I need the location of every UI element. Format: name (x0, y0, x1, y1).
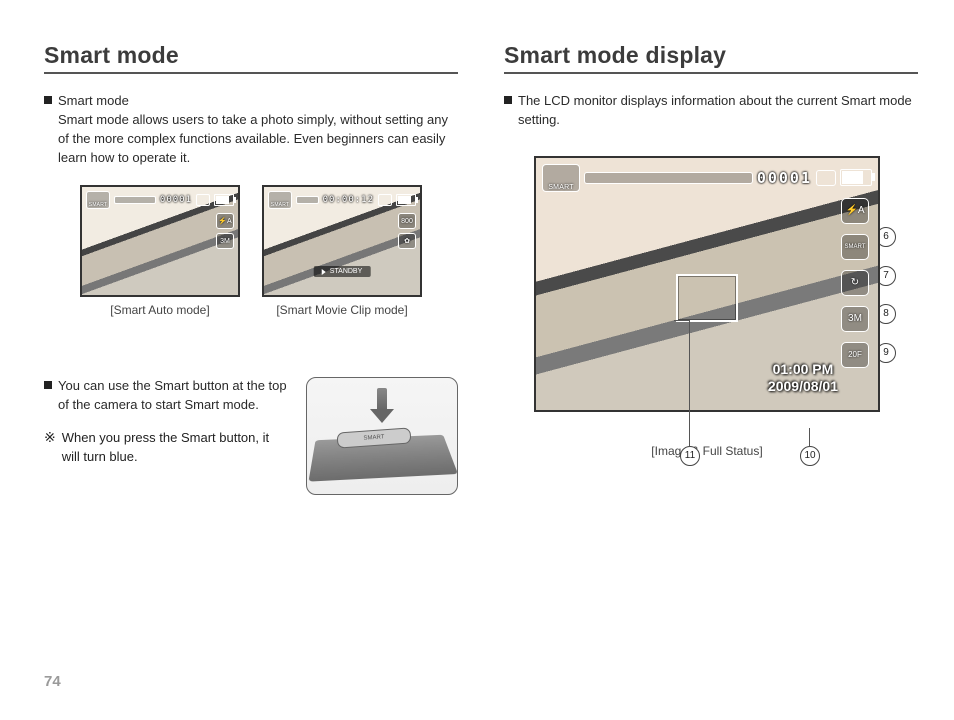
bullet-icon (44, 96, 52, 104)
thumb-smart-auto: SMART 00001 ⚡A 3M (80, 185, 240, 297)
heading-smart-mode: Smart mode (44, 42, 458, 74)
section-body: You can use the Smart button at the top … (58, 377, 288, 415)
lcd-screenshot: SMART 00001 ⚡A SMART ↻ 3M 20F 01:00 PM 2… (534, 156, 880, 412)
frame-counter: 00001 (160, 195, 192, 205)
battery-icon (214, 194, 234, 206)
callout-10: 10 (800, 446, 820, 466)
smart-icon: SMART (86, 191, 110, 209)
reference-mark-icon: ※ (44, 429, 56, 467)
arrow-down-icon (370, 388, 394, 423)
flash-auto-icon: ⚡A (841, 198, 869, 224)
figure-smart-auto: SMART 00001 ⚡A 3M [Smart Auto mode] (80, 185, 240, 317)
time-counter: 00:00:12 (323, 195, 374, 205)
left-column: Smart mode Smart mode Smart mode allows … (44, 42, 458, 495)
intro-lcd: The LCD monitor displays information abo… (504, 92, 918, 130)
frame-counter: 00001 (757, 169, 812, 187)
section-title: Smart mode (58, 93, 129, 108)
section-smart-button: You can use the Smart button at the top … (44, 377, 288, 415)
memory-icon (378, 194, 392, 206)
standby-badge: STANDBY (314, 266, 371, 277)
intro-text: The LCD monitor displays information abo… (518, 92, 918, 130)
thumb-smart-movie: SMART 00:00:12 800 ✿ STANDBY (262, 185, 422, 297)
timer-icon: ↻ (841, 270, 869, 296)
iso-icon: 800 (398, 213, 416, 229)
note-smart-button-blue: ※ When you press the Smart button, it wi… (44, 429, 288, 467)
bullet-icon (44, 381, 52, 389)
quality-icon: ✿ (398, 233, 416, 249)
battery-icon (396, 194, 416, 206)
caption-smart-auto: [Smart Auto mode] (80, 303, 240, 317)
section-body: Smart mode allows users to take a photo … (58, 112, 448, 165)
caption-smart-movie: [Smart Movie Clip mode] (262, 303, 422, 317)
page-number: 74 (44, 673, 61, 690)
note-body: When you press the Smart button, it will… (62, 429, 288, 467)
memory-icon (196, 194, 210, 206)
memory-icon (816, 170, 836, 186)
figure-smart-movie: SMART 00:00:12 800 ✿ STANDBY [Smart Movi… (262, 185, 422, 317)
flash-auto-icon: ⚡A (216, 213, 234, 229)
osd-time: 01:00 PM (768, 361, 838, 379)
size-icon: 3M (216, 233, 234, 249)
smart-scene-icon: SMART (841, 234, 869, 260)
lcd-diagram: 1 2 3 4 5 6 7 8 9 SMART (524, 156, 890, 458)
osd-date: 2009/08/01 (768, 378, 838, 396)
callout-11: 11 (680, 446, 700, 466)
smart-icon: SMART (268, 191, 292, 209)
right-column: Smart mode display The LCD monitor displ… (504, 42, 918, 495)
size-icon: 3M (841, 306, 869, 332)
smart-icon: SMART (542, 164, 580, 192)
heading-smart-mode-display: Smart mode display (504, 42, 918, 74)
focus-frame (676, 274, 738, 322)
battery-icon (840, 169, 872, 186)
bullet-icon (504, 96, 512, 104)
zoom-bar (584, 172, 753, 184)
section-smart-mode: Smart mode Smart mode allows users to ta… (44, 92, 458, 167)
caption-full-status: [Image & Full Status] (524, 444, 890, 458)
figure-camera-top: SMART (306, 377, 458, 495)
fps-icon: 20F (841, 342, 869, 368)
